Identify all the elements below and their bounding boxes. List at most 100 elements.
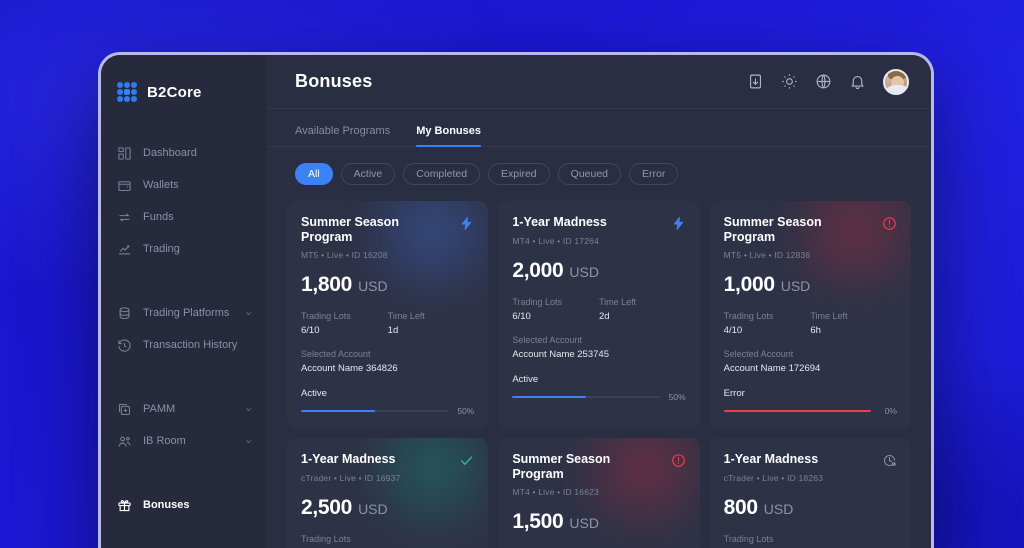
time-left-stat-empty bbox=[388, 534, 475, 548]
amount-value: 800 bbox=[723, 496, 758, 519]
card-title: 1-Year Madness bbox=[723, 452, 819, 466]
wallet-icon bbox=[117, 178, 132, 193]
sidebar-item-label: Funds bbox=[143, 211, 174, 223]
sidebar-item-label: Trading bbox=[143, 243, 180, 255]
queued-clock-icon bbox=[882, 453, 897, 468]
chevron-down-icon[interactable] bbox=[244, 309, 253, 318]
lots-stat: Trading Lots4/10 bbox=[724, 534, 811, 548]
page-title: Bonuses bbox=[295, 71, 373, 91]
status-section: Error 0% bbox=[723, 388, 897, 416]
users-icon bbox=[117, 434, 132, 449]
amount-currency: USD bbox=[780, 278, 811, 294]
progress-row: 50% bbox=[301, 406, 474, 416]
card-header: 1-Year Madness bbox=[724, 452, 897, 468]
error-circle-icon bbox=[671, 453, 686, 468]
card-meta: MT5 • Live • ID 16208 bbox=[301, 250, 388, 260]
filter-chip-expired[interactable]: Expired bbox=[488, 163, 550, 185]
amount-currency: USD bbox=[358, 278, 388, 294]
sidebar-item-transaction-history[interactable]: Transaction History bbox=[101, 329, 267, 361]
amount-value: 2,000 bbox=[512, 259, 564, 282]
bonus-card[interactable]: 1-Year Madness cTrader • Live • ID 16937 2… bbox=[287, 438, 489, 548]
progress-row: 50% bbox=[512, 392, 686, 402]
card-meta: cTrader • Live • ID 16937 bbox=[301, 473, 401, 483]
pamm-icon bbox=[117, 402, 132, 417]
bonus-card[interactable]: Summer Season Program MT5 • Live • ID 162… bbox=[287, 201, 489, 428]
filter-chip-completed[interactable]: Completed bbox=[403, 163, 481, 185]
time-left-label: Time Left bbox=[387, 311, 425, 321]
card-title: Summer Season Program bbox=[512, 452, 611, 481]
progress-percent: 50% bbox=[457, 406, 475, 416]
gift-icon bbox=[117, 498, 132, 513]
avatar[interactable] bbox=[883, 68, 909, 95]
sidebar-item-dashboard[interactable]: Dashboard bbox=[101, 137, 267, 169]
lots-label: Trading Lots bbox=[301, 311, 351, 321]
card-stats: Trading Lots 6/10 Time Left 2d bbox=[512, 297, 685, 322]
lots-stat: Trading Lots 6/10 bbox=[512, 297, 599, 322]
progress-fill bbox=[512, 395, 586, 399]
sidebar-item-trading[interactable]: Trading bbox=[101, 233, 267, 265]
amount: 1,500 USD bbox=[512, 510, 685, 534]
server-icon bbox=[117, 306, 132, 321]
filter-chip-active[interactable]: Active bbox=[340, 163, 396, 185]
card-header: Summer Season Program bbox=[724, 215, 897, 245]
filter-chip-queued[interactable]: Queued bbox=[557, 163, 622, 185]
lightning-icon bbox=[459, 216, 474, 231]
status-badge: Active bbox=[301, 388, 327, 399]
sidebar-item-label: PAMM bbox=[143, 403, 176, 415]
progress-percent: 50% bbox=[668, 392, 686, 402]
account-value: Account Name 364826 bbox=[301, 363, 398, 374]
card-stats: Trading Lots 6/10 Time Left 1d bbox=[301, 311, 474, 336]
error-circle-icon bbox=[882, 216, 897, 231]
account-label: Selected Account bbox=[512, 335, 582, 345]
filter-chip-all[interactable]: All bbox=[295, 163, 333, 185]
card-title: 1-Year Madness bbox=[512, 215, 607, 229]
chevron-down-icon[interactable] bbox=[244, 437, 253, 446]
amount-currency: USD bbox=[763, 501, 794, 517]
brand-name: B2Core bbox=[147, 83, 202, 101]
bonus-card[interactable]: 1-Year Madness MT4 • Live • ID 17264 2,000… bbox=[498, 201, 700, 428]
card-stats: Trading Lots4/10 bbox=[724, 534, 897, 548]
account-value: Account Name 253745 bbox=[512, 349, 609, 360]
lots-value: 4/10 bbox=[723, 325, 743, 336]
time-left-label: Time Left bbox=[810, 311, 848, 321]
brand[interactable]: B2Core bbox=[101, 67, 267, 109]
amount-value: 1,500 bbox=[512, 510, 564, 533]
lots-label: Trading Lots bbox=[723, 534, 774, 544]
tabs: Available Programs My Bonuses bbox=[267, 109, 931, 147]
time-left-label: Time Left bbox=[599, 297, 637, 307]
sidebar-item-trading-platforms[interactable]: Trading Platforms bbox=[101, 297, 267, 329]
sidebar-item-label: Dashboard bbox=[143, 147, 197, 159]
tab-my-bonuses[interactable]: My Bonuses bbox=[416, 125, 481, 147]
filter-chip-error[interactable]: Error bbox=[629, 163, 679, 185]
bonus-card[interactable]: Summer Season Program MT5 • Live • ID 128… bbox=[709, 201, 911, 428]
bonus-card[interactable]: 1-Year Madness cTrader • Live • ID 18263 8… bbox=[709, 438, 911, 548]
lightning-icon bbox=[671, 216, 686, 231]
theme-sun-icon[interactable] bbox=[781, 73, 798, 90]
chevron-down-icon[interactable] bbox=[244, 405, 253, 414]
lots-stat: Trading Lots4/10 bbox=[724, 311, 811, 336]
deposit-icon[interactable] bbox=[747, 73, 764, 90]
globe-icon[interactable] bbox=[815, 73, 832, 90]
sidebar-item-wallets[interactable]: Wallets bbox=[101, 169, 267, 201]
card-header: 1-Year Madness bbox=[512, 215, 685, 231]
sidebar-item-pamm[interactable]: PAMM bbox=[101, 393, 267, 425]
sidebar-item-funds[interactable]: Funds bbox=[101, 201, 267, 233]
card-meta: MT5 • Live • ID 12836 bbox=[723, 250, 811, 260]
bonus-cards-grid: Summer Season Program MT5 • Live • ID 162… bbox=[287, 201, 911, 548]
amount: 2,000 USD bbox=[512, 259, 685, 283]
bonus-cards-region: Summer Season Program MT5 • Live • ID 162… bbox=[267, 185, 931, 548]
sidebar-item-bonuses[interactable]: Bonuses bbox=[101, 489, 267, 521]
amount-value: 1,800 bbox=[301, 273, 353, 296]
bonus-card[interactable]: Summer Season Program MT4 • Live • ID 166… bbox=[498, 438, 700, 548]
sidebar-item-label: Transaction History bbox=[143, 339, 238, 351]
bell-icon[interactable] bbox=[849, 73, 866, 90]
sidebar-item-ib-room[interactable]: IB Room bbox=[101, 425, 267, 457]
account-value: Account Name 172694 bbox=[723, 363, 821, 374]
main-content: Bonuses Available Programs My Bonuses Al… bbox=[267, 55, 931, 548]
card-title: Summer Season Program bbox=[301, 215, 399, 244]
tab-available-programs[interactable]: Available Programs bbox=[295, 125, 390, 146]
amount: 1,800 USD bbox=[301, 273, 474, 297]
check-icon bbox=[459, 453, 474, 468]
